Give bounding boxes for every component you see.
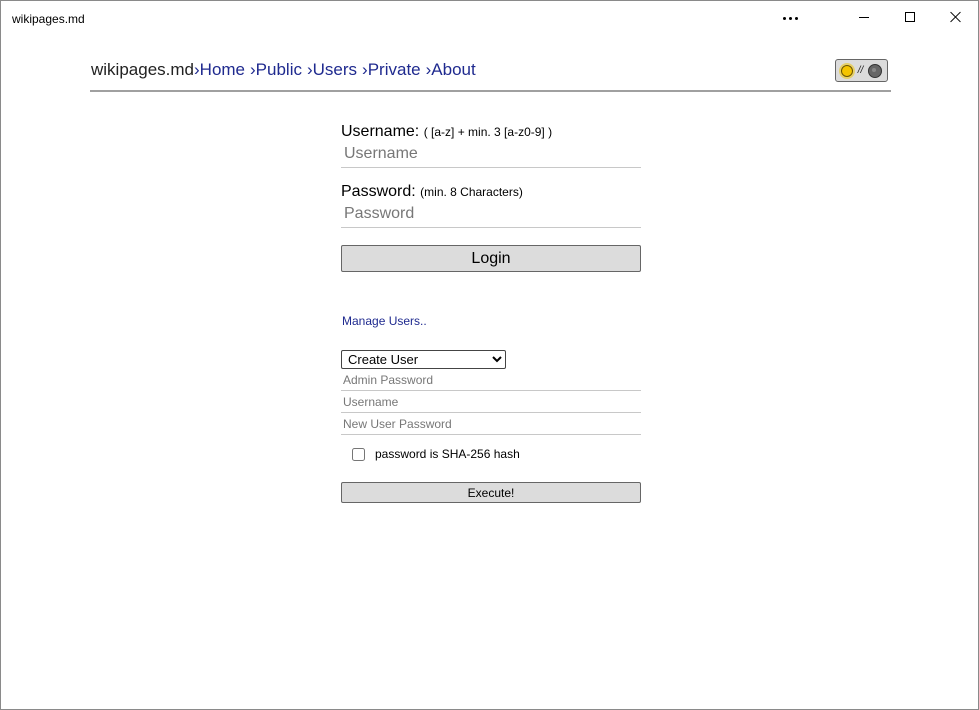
- password-group: Password: (min. 8 Characters): [341, 183, 641, 228]
- top-navigation: wikipages.md ›Home ›Public ›Users ›Private ›…: [90, 59, 891, 92]
- admin-password-input[interactable]: [341, 369, 641, 391]
- app-window: wikipages.md wikipages.md ›Home ›Public ›U…: [0, 0, 979, 710]
- nav-link-public[interactable]: ›Public: [250, 60, 302, 79]
- user-action-select[interactable]: Create User: [341, 350, 506, 369]
- window-title: wikipages.md: [12, 12, 85, 26]
- manage-users-link[interactable]: Manage Users..: [342, 314, 427, 328]
- close-icon: [950, 11, 962, 23]
- more-dots-icon: [782, 16, 798, 20]
- maximize-icon: [905, 12, 915, 22]
- maximize-button[interactable]: [887, 1, 933, 33]
- manage-users-form: Create User password is SHA-256 hash Exe…: [341, 350, 641, 503]
- nav-links: ›Home ›Public ›Users ›Private ›About: [194, 60, 481, 80]
- sha-hash-checkbox[interactable]: [352, 447, 365, 461]
- username-group: Username: ( [a-z] + min. 3 [a-z0-9] ): [341, 123, 641, 168]
- new-user-password-input[interactable]: [341, 413, 641, 435]
- username-input[interactable]: [341, 141, 641, 168]
- nav-link-home[interactable]: ›Home: [194, 60, 245, 79]
- password-hint: (min. 8 Characters): [420, 185, 523, 199]
- title-bar[interactable]: wikipages.md: [1, 1, 978, 33]
- theme-separator: //: [857, 65, 864, 76]
- username-label: Username:: [341, 123, 420, 140]
- minimize-button[interactable]: [841, 1, 887, 33]
- username-hint: ( [a-z] + min. 3 [a-z0-9] ): [423, 125, 553, 139]
- nav-link-private[interactable]: ›Private: [362, 60, 421, 79]
- execute-button[interactable]: Execute!: [341, 482, 641, 503]
- nav-link-users[interactable]: ›Users: [307, 60, 357, 79]
- sha-hash-option[interactable]: password is SHA-256 hash: [352, 447, 520, 461]
- nav-link-about[interactable]: ›About: [426, 60, 476, 79]
- sun-icon: [840, 64, 853, 77]
- site-brand: wikipages.md: [91, 60, 194, 79]
- moon-icon: [868, 63, 883, 78]
- minimize-icon: [859, 16, 869, 18]
- more-options-button[interactable]: [767, 1, 813, 33]
- sha-hash-label: password is SHA-256 hash: [375, 447, 520, 461]
- close-button[interactable]: [933, 1, 979, 33]
- password-input[interactable]: [341, 201, 641, 228]
- password-label: Password:: [341, 183, 416, 200]
- theme-toggle-button[interactable]: //: [835, 59, 888, 82]
- new-username-input[interactable]: [341, 391, 641, 413]
- login-button[interactable]: Login: [341, 245, 641, 272]
